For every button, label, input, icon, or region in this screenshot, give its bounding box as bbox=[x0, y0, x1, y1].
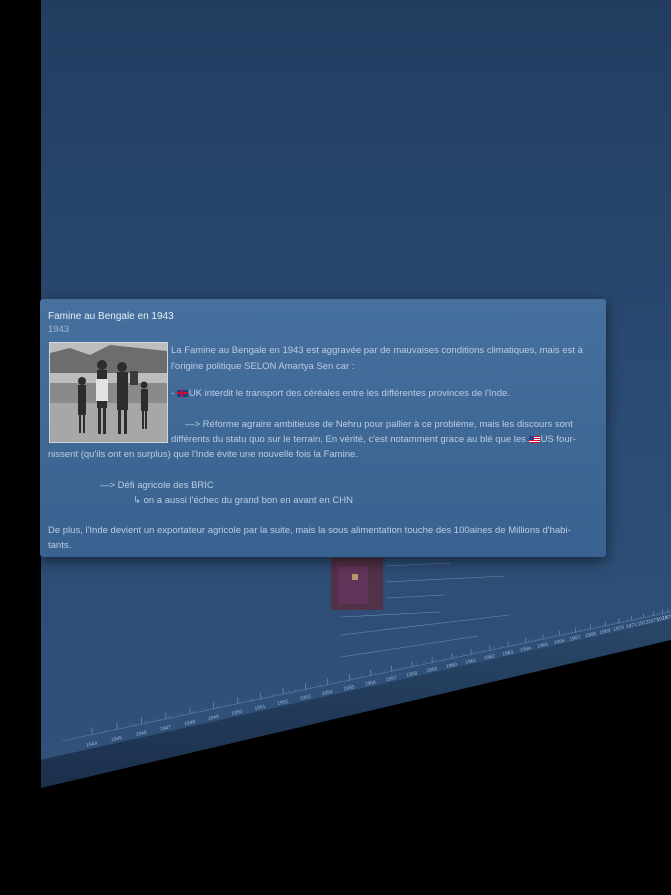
event-popup[interactable]: Famine au Bengale en 1943 1943 La Famine bbox=[40, 299, 606, 557]
paragraph-6b: tants. bbox=[48, 540, 72, 551]
timeline-stage: 1944 1945 1946 1947 1948 1949 1950 1951 1952 1953… bbox=[0, 0, 671, 895]
paragraph-1b: l'origine politique SELON Amartya Sen ca… bbox=[171, 361, 355, 372]
paragraph-6a: De plus, l'Inde devient un exportateur a… bbox=[48, 525, 571, 536]
paragraph-1a: La Famine au Bengale en 1943 est aggravé… bbox=[171, 345, 583, 356]
book-cover-image bbox=[338, 566, 368, 604]
paragraph-4: —> Défi agricole des BRIC bbox=[100, 480, 214, 491]
popup-year: 1943 bbox=[48, 324, 70, 335]
paragraph-2: - UK interdit le transport des céréales … bbox=[171, 386, 510, 401]
paragraph-3b-text: différents du statu quo sur le terrain. … bbox=[171, 434, 529, 445]
us-flag-icon bbox=[528, 435, 540, 443]
paragraph-3b-us: US four- bbox=[540, 434, 576, 445]
emblem-icon bbox=[352, 574, 358, 580]
paragraph-3c: nissent (qu'ils ont en surplus) que l'In… bbox=[48, 449, 358, 460]
paragraph-3a: —> Réforme agraire ambitieuse de Nehru p… bbox=[185, 419, 573, 430]
paragraph-3b: différents du statu quo sur le terrain. … bbox=[171, 432, 576, 447]
paragraph-5: ↳ on a aussi l'échec du grand bon en ava… bbox=[133, 495, 353, 506]
paragraph-2-text: UK interdit le transport des céréales en… bbox=[188, 388, 510, 399]
event-photo bbox=[49, 342, 168, 443]
uk-flag-icon bbox=[176, 389, 188, 397]
